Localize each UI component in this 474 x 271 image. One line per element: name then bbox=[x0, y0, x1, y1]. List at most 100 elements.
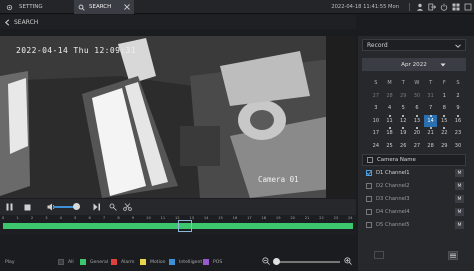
close-icon[interactable] bbox=[124, 4, 130, 10]
legend-item-pos[interactable]: POS bbox=[203, 259, 222, 265]
zoom-slider-handle[interactable] bbox=[273, 258, 280, 265]
calendar-day[interactable]: 27 bbox=[410, 140, 424, 153]
zoom-slider-track[interactable] bbox=[274, 261, 340, 263]
back-arrow-icon[interactable] bbox=[4, 18, 11, 26]
calendar-day[interactable]: 21 bbox=[424, 127, 438, 140]
calendar-weekday: S bbox=[374, 80, 378, 87]
camera-checkbox[interactable] bbox=[366, 169, 372, 176]
camera-mode-button[interactable]: M bbox=[455, 182, 464, 190]
calendar-weekday: S bbox=[456, 80, 460, 87]
stop-icon bbox=[24, 204, 30, 210]
calendar-day[interactable]: 6 bbox=[410, 102, 424, 115]
camera-mode-button[interactable]: M bbox=[455, 208, 464, 216]
camera-list-item[interactable]: D4 Channel4 M bbox=[362, 205, 466, 218]
search-side-panel: Record Apr 2022 S M T W T F S 27 28 29 30 31 1 2 3 4 5 6 7… bbox=[358, 36, 474, 271]
calendar-month-selector[interactable]: Apr 2022 bbox=[362, 58, 466, 71]
calendar-day[interactable]: 29 bbox=[396, 90, 410, 103]
user-button[interactable] bbox=[414, 2, 426, 12]
timeline-playhead[interactable] bbox=[178, 220, 192, 232]
calendar-day[interactable]: 7 bbox=[424, 102, 438, 115]
timeline-hour-label: 11 bbox=[160, 216, 166, 220]
calendar-day[interactable]: 8 bbox=[437, 102, 451, 115]
camera-list-item[interactable]: D1 Channel1 M bbox=[362, 166, 466, 179]
fullscreen-icon bbox=[464, 3, 472, 11]
calendar-day[interactable]: 30 bbox=[451, 140, 465, 153]
calendar-day[interactable]: 26 bbox=[396, 140, 410, 153]
legend-item-general[interactable]: General bbox=[80, 259, 108, 265]
slow-play-button[interactable] bbox=[92, 202, 102, 212]
camera-checkbox[interactable] bbox=[366, 208, 372, 215]
camera-list-item[interactable]: D5 Channel5 M bbox=[362, 218, 466, 231]
calendar-day[interactable]: 15 bbox=[437, 114, 451, 128]
camera-list-item[interactable]: D3 Channel3 M bbox=[362, 192, 466, 205]
calendar-weekday: F bbox=[442, 80, 446, 87]
calendar-day[interactable]: 3 bbox=[369, 102, 383, 115]
clip-button[interactable] bbox=[122, 202, 132, 212]
grid-menu-button[interactable] bbox=[450, 2, 462, 12]
calendar-day[interactable]: 27 bbox=[369, 90, 383, 103]
calendar-day[interactable]: 4 bbox=[383, 102, 397, 115]
calendar-day[interactable]: 1 bbox=[437, 90, 451, 103]
tag-button[interactable] bbox=[108, 202, 118, 212]
calendar-day[interactable]: 28 bbox=[383, 90, 397, 103]
camera-list-header[interactable]: Camera Name bbox=[362, 154, 466, 166]
legend-item-alarm[interactable]: Alarm bbox=[111, 259, 135, 265]
camera-checkbox[interactable] bbox=[366, 221, 372, 228]
calendar-day[interactable]: 29 bbox=[437, 140, 451, 153]
top-tab-bar: SETTING SEARCH 2022-04-18 11:41:55 Mon bbox=[0, 0, 474, 14]
camera-mode-button[interactable]: M bbox=[455, 169, 464, 177]
select-all-checkbox[interactable] bbox=[367, 157, 373, 163]
power-button[interactable] bbox=[438, 2, 450, 12]
tab-setting[interactable]: SETTING bbox=[2, 0, 72, 14]
pause-icon bbox=[6, 203, 12, 211]
calendar-day[interactable]: 13 bbox=[410, 114, 424, 128]
logout-button[interactable] bbox=[426, 2, 438, 12]
video-player[interactable]: 2022-04-14 Thu 12:09:31 Camera 01 bbox=[0, 36, 356, 198]
zoom-in-icon[interactable] bbox=[344, 257, 352, 265]
record-type-select[interactable]: Record bbox=[362, 39, 466, 51]
calendar-day[interactable]: 12 bbox=[396, 114, 410, 128]
camera-checkbox[interactable] bbox=[366, 182, 372, 189]
recording-timeline[interactable]: 0 1 2 3 4 5 6 7 8 9 10 11 12 13 14 15 16 17 18 19 20 21 22 23 24 bbox=[0, 215, 356, 235]
calendar-day[interactable]: 30 bbox=[410, 90, 424, 103]
camera-list-item[interactable]: D2 Channel2 M bbox=[362, 179, 466, 192]
calendar-day[interactable]: 2 bbox=[451, 90, 465, 103]
calendar-day[interactable]: 17 bbox=[369, 127, 383, 140]
calendar-day[interactable]: 16 bbox=[451, 114, 465, 128]
calendar-day[interactable]: 22 bbox=[437, 127, 451, 140]
calendar-day[interactable]: 25 bbox=[383, 140, 397, 153]
volume-slider-handle[interactable] bbox=[73, 203, 80, 210]
calendar-day[interactable]: 24 bbox=[369, 140, 383, 153]
calendar-day[interactable]: 10 bbox=[369, 115, 383, 128]
camera-checkbox[interactable] bbox=[366, 195, 372, 202]
calendar-weekday: M bbox=[387, 80, 392, 87]
legend-label-alarm: Alarm bbox=[121, 259, 135, 265]
calendar-day[interactable]: 20 bbox=[410, 127, 424, 140]
search-icon bbox=[78, 4, 85, 11]
legend-label-general: General bbox=[90, 259, 109, 265]
camera-name: D5 Channel5 bbox=[376, 221, 410, 228]
pause-button[interactable] bbox=[4, 202, 14, 212]
calendar-day[interactable]: 14 bbox=[423, 114, 438, 127]
legend-item-all[interactable]: All bbox=[58, 259, 74, 265]
calendar-day[interactable]: 9 bbox=[451, 102, 465, 115]
calendar-day[interactable]: 5 bbox=[396, 102, 410, 115]
calendar-day[interactable]: 11 bbox=[383, 114, 397, 128]
fullscreen-button[interactable] bbox=[462, 2, 474, 12]
legend-swatch-pos bbox=[203, 259, 209, 265]
power-icon bbox=[440, 3, 448, 11]
calendar-day[interactable]: 23 bbox=[451, 127, 465, 140]
list-view-button[interactable] bbox=[444, 248, 462, 262]
legend-item-intelligent[interactable]: Intelligent bbox=[169, 259, 202, 265]
calendar-day[interactable]: 19 bbox=[396, 127, 410, 140]
stop-button[interactable] bbox=[22, 202, 32, 212]
calendar-day[interactable]: 18 bbox=[383, 127, 397, 140]
camera-mode-button[interactable]: M bbox=[455, 195, 464, 203]
calendar-day[interactable]: 31 bbox=[424, 90, 438, 103]
calendar-day[interactable]: 28 bbox=[424, 140, 438, 153]
zoom-out-icon[interactable] bbox=[262, 257, 270, 265]
camera-mode-button[interactable]: M bbox=[455, 221, 464, 229]
legend-item-motion[interactable]: Motion bbox=[140, 259, 166, 265]
backup-button[interactable] bbox=[370, 248, 388, 262]
camera-name: D1 Channel1 bbox=[376, 169, 410, 176]
